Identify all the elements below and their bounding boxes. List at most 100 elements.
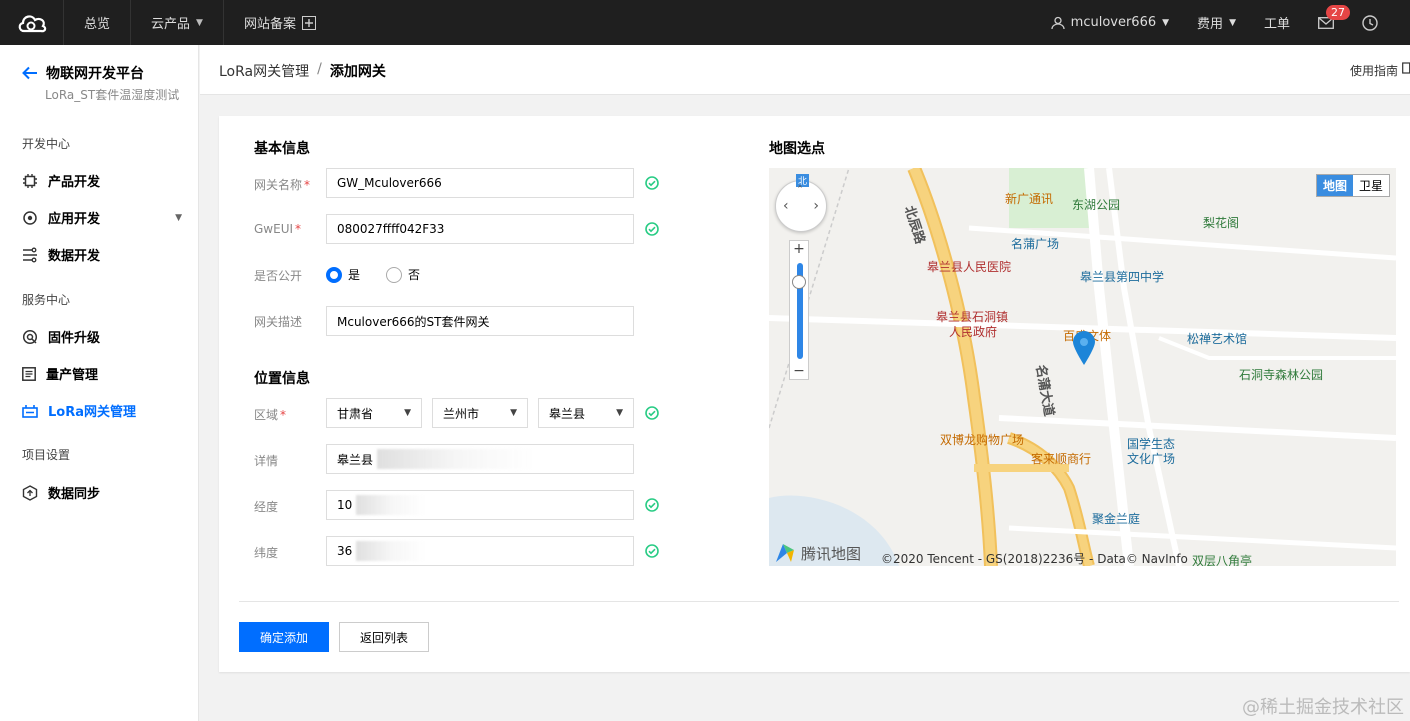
map-type-toggle: 地图 卫星 [1315,174,1390,197]
add-square-icon[interactable] [301,15,316,30]
poi-donghu-park[interactable]: 东湖公园 [1072,196,1120,213]
radio-no-label: 否 [408,268,421,282]
watermark: @稀土掘金技术社区 [1242,697,1404,718]
zoom-in-icon[interactable]: + [790,241,808,257]
poi-hospital[interactable]: 皋兰县人民医院 [927,258,1011,275]
check-circle-icon [645,544,659,558]
sidebar-item-data-dev[interactable]: 数据开发 [22,245,182,264]
province-select[interactable]: 甘肃省 ▼ [326,398,422,428]
breadcrumb-parent-link[interactable]: LoRa网关管理 [219,61,309,81]
chevron-up-icon[interactable]: ˆ [797,184,803,198]
poi-xinguang[interactable]: 新广通讯 [1005,190,1053,207]
username: mculover666 [1070,15,1157,30]
sidebar-item-label: 数据开发 [48,249,101,264]
poi-lihua-pavilion[interactable]: 梨花阁 [1203,214,1239,231]
longitude-value: 10 [337,498,353,512]
ticket-link[interactable]: 工单 [1250,0,1304,45]
gweui-input[interactable]: 080027ffff042F33 [326,214,634,244]
chevron-right-icon[interactable]: › [813,198,819,214]
flow-icon [23,247,37,262]
user-menu[interactable]: mculover666 ▼ [1037,0,1183,45]
map-pin-icon[interactable] [1071,330,1097,366]
public-radio-group: 是 否 [326,266,420,283]
county-select[interactable]: 皋兰县 ▼ [538,398,634,428]
mail-count-badge: 27 [1326,5,1350,20]
poi-mingpu-square[interactable]: 名蒲广场 [1011,235,1059,252]
radio-no[interactable] [386,266,403,283]
map-pan-control[interactable]: 北 ‹ › ˆ [775,174,827,232]
map-zoom-control: + − [789,240,809,380]
cloud-logo-icon[interactable] [0,0,64,45]
gateway-desc-input[interactable]: Mculover666的ST套件网关 [326,306,634,336]
required-mark: * [304,178,311,192]
arrow-left-icon[interactable] [22,66,38,80]
sidebar-item-label: 产品开发 [48,175,101,190]
user-icon [1051,16,1065,29]
nav-cloud-products[interactable]: 云产品 ▼ [131,0,223,45]
sidebar-item-label: 量产管理 [46,368,99,383]
longitude-input[interactable]: 10 [326,490,634,520]
detail-address-input[interactable]: 皋兰县 [326,444,634,474]
tencent-map-label: 腾讯地图 [801,544,862,563]
external-link-icon [1402,62,1410,74]
poi-school[interactable]: 皋兰县第四中学 [1080,268,1164,285]
basic-info-title: 基本信息 [254,141,310,157]
poi-shidong-park[interactable]: 石洞寺森林公园 [1239,366,1323,383]
caret-down-icon: ▼ [196,17,203,28]
map-picker-title: 地图选点 [769,141,825,157]
sync-icon [22,484,38,501]
radio-yes[interactable] [326,266,342,283]
zoom-slider-handle[interactable] [792,275,806,289]
back-to-platform[interactable]: 物联网开发平台 [22,63,144,83]
region-label: 区域 * [254,406,286,423]
longitude-label: 经度 [254,500,279,514]
map-canvas[interactable]: 新广通讯 东湖公园 梨花阁 名蒲广场 皋兰县人民医院 皋兰县第四中学 皋兰县石洞… [769,168,1396,566]
zoom-out-icon[interactable]: − [790,363,808,379]
gateway-name-input[interactable]: GW_Mculover666 [326,168,634,198]
confirm-add-button[interactable]: 确定添加 [239,622,329,652]
nav-overview[interactable]: 总览 [64,0,130,45]
nav-icp[interactable]: 网站备案 [224,0,336,45]
caret-down-icon: ▼ [616,408,623,418]
detail-value: 皋兰县 [337,452,374,467]
sidebar-item-product-dev[interactable]: 产品开发 [22,171,182,190]
mail-button[interactable]: 27 [1304,0,1350,45]
breadcrumb-separator: / [317,61,322,77]
map-copyright: ©2020 Tencent - GS(2018)2236号 - Data© Na… [881,552,1188,566]
caret-down-icon: ▼ [175,212,182,223]
poi-guoxue-square-2: 文化广场 [1127,452,1176,466]
poi-songchan-gallery[interactable]: 松禅艺术馆 [1187,330,1247,347]
sidebar-item-mass-production[interactable]: 量产管理 [22,364,182,383]
billing-menu[interactable]: 费用 ▼ [1183,0,1250,45]
gateway-icon [22,404,38,418]
history-button[interactable] [1348,0,1392,45]
page-header: LoRa网关管理 / 添加网关 使用指南 [200,45,1410,95]
chevron-left-icon[interactable]: ‹ [783,198,789,214]
tencent-map-logo: 腾讯地图 [773,542,861,564]
sidebar-item-app-dev[interactable]: 应用开发 ▼ [22,208,182,227]
latitude-label: 纬度 [254,546,279,560]
nav-overview-label: 总览 [84,17,111,32]
caret-down-icon: ▼ [404,408,411,418]
detail-label: 详情 [254,454,279,468]
map-type-satellite-button[interactable]: 卫星 [1353,175,1389,196]
city-select[interactable]: 兰州市 ▼ [432,398,528,428]
back-to-list-button[interactable]: 返回列表 [339,622,429,652]
billing-label: 费用 [1197,17,1224,32]
breadcrumb: LoRa网关管理 / 添加网关 [219,61,386,81]
check-circle-icon [645,406,659,420]
poi-shuangbo-mall[interactable]: 双博龙购物广场 [940,431,1024,448]
check-circle-icon [645,222,659,236]
sidebar-item-lora-gateway[interactable]: LoRa网关管理 [22,401,182,420]
poi-kelai-shop[interactable]: 客来顺商行 [1031,450,1091,467]
guide-link[interactable]: 使用指南 [1350,62,1410,79]
latitude-input[interactable]: 36 [326,536,634,566]
sidebar-item-data-sync[interactable]: 数据同步 [22,483,182,502]
poi-jujin[interactable]: 聚金兰庭 [1092,510,1140,527]
caret-down-icon: ▼ [510,408,517,418]
city-value: 兰州市 [443,406,480,421]
map-type-map-button[interactable]: 地图 [1316,175,1353,196]
sidebar-item-firmware[interactable]: 固件升级 [22,327,182,346]
poi-bajiao-pavilion[interactable]: 双层八角亭 [1192,552,1252,566]
clock-icon [1362,14,1378,31]
